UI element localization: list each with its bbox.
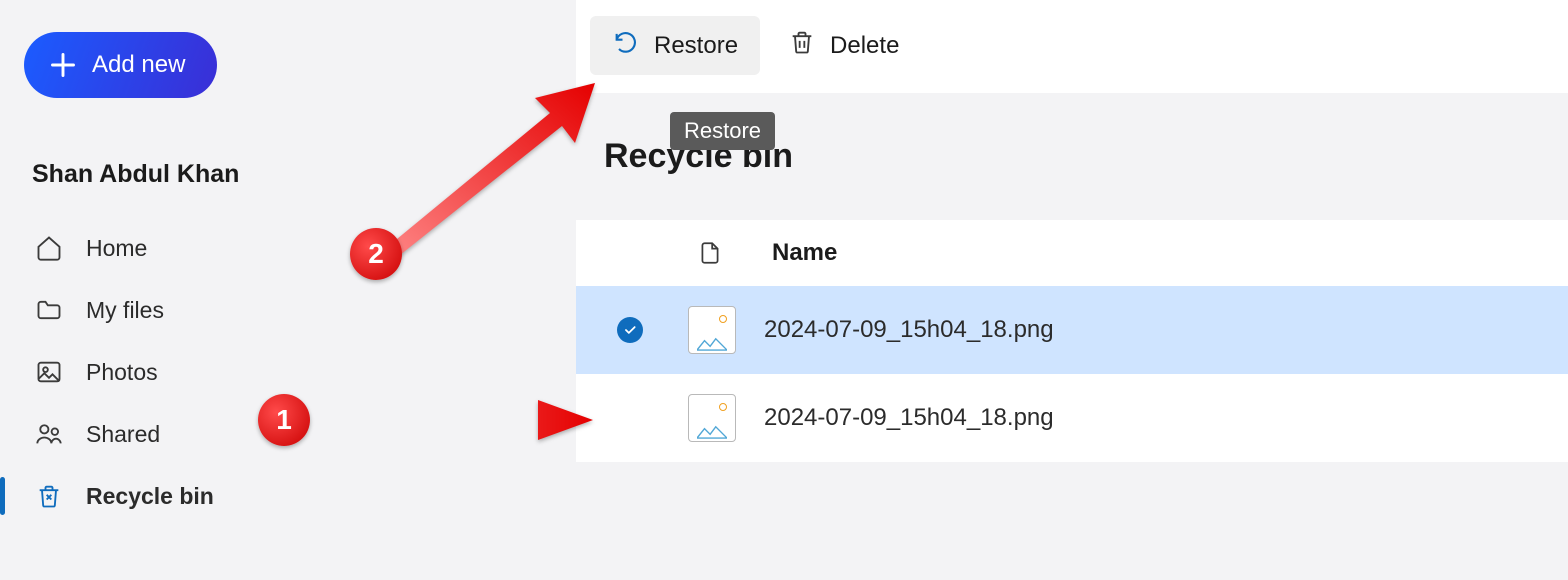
file-name: 2024-07-09_15h04_18.png — [764, 316, 1054, 344]
sidebar-item-home[interactable]: Home — [24, 217, 316, 279]
image-thumbnail-icon — [688, 394, 736, 442]
sidebar-item-photos[interactable]: Photos — [24, 341, 316, 403]
file-table: Name 2024-07-09_15h04_18.png 2024-07-09_… — [576, 220, 1568, 462]
sidebar-item-recyclebin[interactable]: Recycle bin — [24, 465, 316, 527]
user-name: Shan Abdul Khan — [24, 160, 316, 189]
add-new-button[interactable]: Add new — [24, 32, 217, 98]
annotation-arrow-2: 2 — [350, 68, 600, 268]
image-thumbnail-icon — [688, 306, 736, 354]
name-column-header[interactable]: Name — [772, 239, 837, 267]
table-row[interactable]: 2024-07-09_15h04_18.png — [576, 286, 1568, 374]
recycle-bin-icon — [34, 481, 64, 511]
plus-icon — [48, 50, 78, 80]
sidebar-item-myfiles[interactable]: My files — [24, 279, 316, 341]
file-name: 2024-07-09_15h04_18.png — [764, 404, 1054, 432]
shared-icon — [34, 419, 64, 449]
restore-tooltip: Restore — [670, 112, 775, 150]
nav: Home My files Photos Shared Recycle bin — [24, 217, 316, 527]
add-new-label: Add new — [92, 51, 185, 79]
annotation-step-2: 2 — [350, 228, 402, 280]
sidebar-item-label: My files — [86, 297, 164, 324]
row-checkbox[interactable] — [612, 317, 648, 343]
table-header: Name — [576, 220, 1568, 286]
checkmark-icon — [617, 317, 643, 343]
sidebar-item-shared[interactable]: Shared — [24, 403, 316, 465]
toolbar: Restore Delete — [576, 0, 1568, 93]
sidebar: Add new Shan Abdul Khan Home My files Ph… — [0, 0, 340, 559]
home-icon — [34, 233, 64, 263]
sidebar-item-label: Recycle bin — [86, 483, 214, 510]
table-row[interactable]: 2024-07-09_15h04_18.png — [576, 374, 1568, 462]
sidebar-item-label: Home — [86, 235, 147, 262]
file-type-column-icon[interactable] — [692, 238, 728, 268]
delete-button[interactable]: Delete — [766, 16, 921, 75]
restore-label: Restore — [654, 32, 738, 60]
folder-icon — [34, 295, 64, 325]
sidebar-item-label: Shared — [86, 421, 160, 448]
restore-icon — [612, 28, 640, 63]
sidebar-item-label: Photos — [86, 359, 158, 386]
delete-label: Delete — [830, 32, 899, 60]
photos-icon — [34, 357, 64, 387]
restore-button[interactable]: Restore — [590, 16, 760, 75]
delete-icon — [788, 28, 816, 63]
main-content: Restore Delete Restore Recycle bin Name — [576, 0, 1568, 580]
